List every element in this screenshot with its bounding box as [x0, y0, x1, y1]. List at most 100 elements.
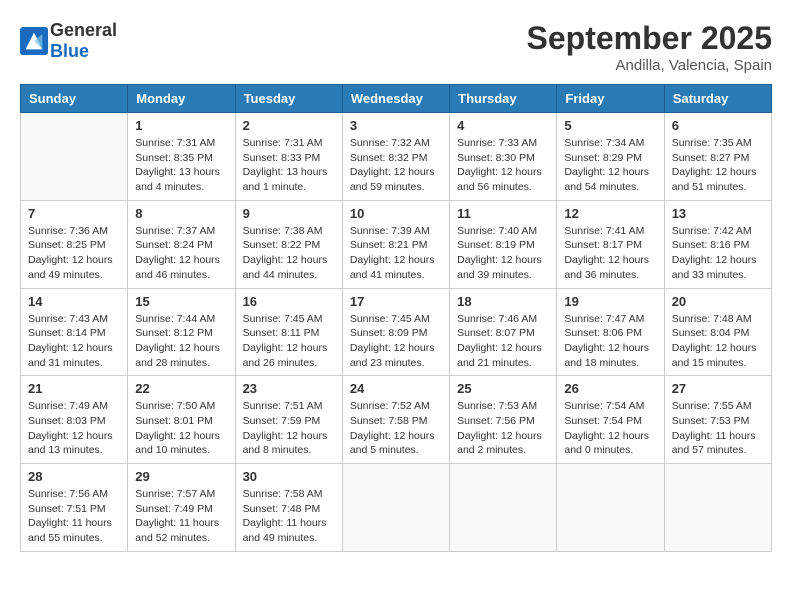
calendar-cell: 29 Sunrise: 7:57 AM Sunset: 7:49 PM Dayli… [128, 464, 235, 552]
calendar-week-row: 14 Sunrise: 7:43 AM Sunset: 8:14 PM Dayli… [21, 288, 772, 376]
day-number: 29 [135, 469, 227, 484]
calendar-week-row: 21 Sunrise: 7:49 AM Sunset: 8:03 PM Dayli… [21, 376, 772, 464]
calendar-cell: 30 Sunrise: 7:58 AM Sunset: 7:48 PM Dayli… [235, 464, 342, 552]
calendar-cell [450, 464, 557, 552]
day-number: 20 [672, 294, 764, 309]
day-number: 30 [243, 469, 335, 484]
day-number: 1 [135, 118, 227, 133]
calendar-cell: 7 Sunrise: 7:36 AM Sunset: 8:25 PM Daylig… [21, 200, 128, 288]
day-info: Sunrise: 7:57 AM Sunset: 7:49 PM Dayligh… [135, 487, 227, 546]
day-info: Sunrise: 7:34 AM Sunset: 8:29 PM Dayligh… [564, 136, 656, 195]
calendar-cell: 24 Sunrise: 7:52 AM Sunset: 7:58 PM Dayli… [342, 376, 449, 464]
calendar-cell [21, 113, 128, 201]
day-info: Sunrise: 7:37 AM Sunset: 8:24 PM Dayligh… [135, 224, 227, 283]
calendar-cell: 18 Sunrise: 7:46 AM Sunset: 8:07 PM Dayli… [450, 288, 557, 376]
column-header-saturday: Saturday [664, 85, 771, 113]
location-subtitle: Andilla, Valencia, Spain [527, 57, 772, 74]
title-block: September 2025 Andilla, Valencia, Spain [527, 20, 772, 74]
column-header-friday: Friday [557, 85, 664, 113]
day-number: 22 [135, 381, 227, 396]
day-info: Sunrise: 7:31 AM Sunset: 8:35 PM Dayligh… [135, 136, 227, 195]
column-header-thursday: Thursday [450, 85, 557, 113]
day-info: Sunrise: 7:45 AM Sunset: 8:09 PM Dayligh… [350, 312, 442, 371]
day-info: Sunrise: 7:45 AM Sunset: 8:11 PM Dayligh… [243, 312, 335, 371]
day-number: 6 [672, 118, 764, 133]
day-info: Sunrise: 7:56 AM Sunset: 7:51 PM Dayligh… [28, 487, 120, 546]
day-info: Sunrise: 7:43 AM Sunset: 8:14 PM Dayligh… [28, 312, 120, 371]
day-info: Sunrise: 7:52 AM Sunset: 7:58 PM Dayligh… [350, 399, 442, 458]
calendar-cell: 13 Sunrise: 7:42 AM Sunset: 8:16 PM Dayli… [664, 200, 771, 288]
day-number: 21 [28, 381, 120, 396]
calendar-cell [342, 464, 449, 552]
day-number: 15 [135, 294, 227, 309]
logo-icon [20, 27, 48, 55]
day-number: 10 [350, 206, 442, 221]
day-info: Sunrise: 7:32 AM Sunset: 8:32 PM Dayligh… [350, 136, 442, 195]
day-info: Sunrise: 7:48 AM Sunset: 8:04 PM Dayligh… [672, 312, 764, 371]
column-header-wednesday: Wednesday [342, 85, 449, 113]
day-info: Sunrise: 7:42 AM Sunset: 8:16 PM Dayligh… [672, 224, 764, 283]
day-info: Sunrise: 7:35 AM Sunset: 8:27 PM Dayligh… [672, 136, 764, 195]
calendar-header-row: SundayMondayTuesdayWednesdayThursdayFrid… [21, 85, 772, 113]
day-number: 27 [672, 381, 764, 396]
day-number: 23 [243, 381, 335, 396]
logo-blue-text: Blue [50, 41, 89, 61]
day-number: 18 [457, 294, 549, 309]
calendar-cell: 8 Sunrise: 7:37 AM Sunset: 8:24 PM Daylig… [128, 200, 235, 288]
day-info: Sunrise: 7:41 AM Sunset: 8:17 PM Dayligh… [564, 224, 656, 283]
calendar-cell: 4 Sunrise: 7:33 AM Sunset: 8:30 PM Daylig… [450, 113, 557, 201]
month-title: September 2025 [527, 20, 772, 57]
page-header: General Blue September 2025 Andilla, Val… [20, 20, 772, 74]
calendar-cell: 10 Sunrise: 7:39 AM Sunset: 8:21 PM Dayli… [342, 200, 449, 288]
day-number: 11 [457, 206, 549, 221]
column-header-monday: Monday [128, 85, 235, 113]
day-info: Sunrise: 7:51 AM Sunset: 7:59 PM Dayligh… [243, 399, 335, 458]
calendar-cell: 9Sunrise: 7:38 AM Sunset: 8:22 PM Daylig… [235, 200, 342, 288]
calendar-cell [664, 464, 771, 552]
calendar-cell: 14 Sunrise: 7:43 AM Sunset: 8:14 PM Dayli… [21, 288, 128, 376]
day-info: Sunrise: 7:31 AM Sunset: 8:33 PM Dayligh… [243, 136, 335, 195]
calendar-cell: 21 Sunrise: 7:49 AM Sunset: 8:03 PM Dayli… [21, 376, 128, 464]
calendar-week-row: 1 Sunrise: 7:31 AM Sunset: 8:35 PM Daylig… [21, 113, 772, 201]
logo: General Blue [20, 20, 117, 62]
calendar-cell: 1 Sunrise: 7:31 AM Sunset: 8:35 PM Daylig… [128, 113, 235, 201]
day-number: 13 [672, 206, 764, 221]
day-info: Sunrise: 7:58 AM Sunset: 7:48 PM Dayligh… [243, 487, 335, 546]
day-number: 7 [28, 206, 120, 221]
calendar-cell: 27 Sunrise: 7:55 AM Sunset: 7:53 PM Dayli… [664, 376, 771, 464]
day-info: Sunrise: 7:50 AM Sunset: 8:01 PM Dayligh… [135, 399, 227, 458]
column-header-sunday: Sunday [21, 85, 128, 113]
day-info: Sunrise: 7:33 AM Sunset: 8:30 PM Dayligh… [457, 136, 549, 195]
day-info: Sunrise: 7:55 AM Sunset: 7:53 PM Dayligh… [672, 399, 764, 458]
calendar-cell: 22 Sunrise: 7:50 AM Sunset: 8:01 PM Dayli… [128, 376, 235, 464]
calendar-cell: 16Sunrise: 7:45 AM Sunset: 8:11 PM Dayli… [235, 288, 342, 376]
calendar-cell: 20 Sunrise: 7:48 AM Sunset: 8:04 PM Dayli… [664, 288, 771, 376]
day-info: Sunrise: 7:49 AM Sunset: 8:03 PM Dayligh… [28, 399, 120, 458]
day-info: Sunrise: 7:39 AM Sunset: 8:21 PM Dayligh… [350, 224, 442, 283]
day-number: 5 [564, 118, 656, 133]
calendar-week-row: 28 Sunrise: 7:56 AM Sunset: 7:51 PM Dayli… [21, 464, 772, 552]
calendar-cell: 17 Sunrise: 7:45 AM Sunset: 8:09 PM Dayli… [342, 288, 449, 376]
day-info: Sunrise: 7:47 AM Sunset: 8:06 PM Dayligh… [564, 312, 656, 371]
day-info: Sunrise: 7:36 AM Sunset: 8:25 PM Dayligh… [28, 224, 120, 283]
day-number: 14 [28, 294, 120, 309]
calendar-cell [557, 464, 664, 552]
calendar-cell: 23 Sunrise: 7:51 AM Sunset: 7:59 PM Dayli… [235, 376, 342, 464]
day-number: 12 [564, 206, 656, 221]
day-number: 28 [28, 469, 120, 484]
day-number: 8 [135, 206, 227, 221]
day-number: 24 [350, 381, 442, 396]
day-number: 17 [350, 294, 442, 309]
day-info: Sunrise: 7:54 AM Sunset: 7:54 PM Dayligh… [564, 399, 656, 458]
day-number: 26 [564, 381, 656, 396]
day-info: Sunrise: 7:46 AM Sunset: 8:07 PM Dayligh… [457, 312, 549, 371]
calendar-cell: 19 Sunrise: 7:47 AM Sunset: 8:06 PM Dayli… [557, 288, 664, 376]
day-info: Sunrise: 7:38 AM Sunset: 8:22 PM Dayligh… [243, 224, 335, 283]
calendar-cell: 26 Sunrise: 7:54 AM Sunset: 7:54 PM Dayli… [557, 376, 664, 464]
day-info: Sunrise: 7:44 AM Sunset: 8:12 PM Dayligh… [135, 312, 227, 371]
day-number: 4 [457, 118, 549, 133]
day-number: 19 [564, 294, 656, 309]
logo-general-text: General [50, 20, 117, 40]
day-info: Sunrise: 7:40 AM Sunset: 8:19 PM Dayligh… [457, 224, 549, 283]
calendar-cell: 5 Sunrise: 7:34 AM Sunset: 8:29 PM Daylig… [557, 113, 664, 201]
